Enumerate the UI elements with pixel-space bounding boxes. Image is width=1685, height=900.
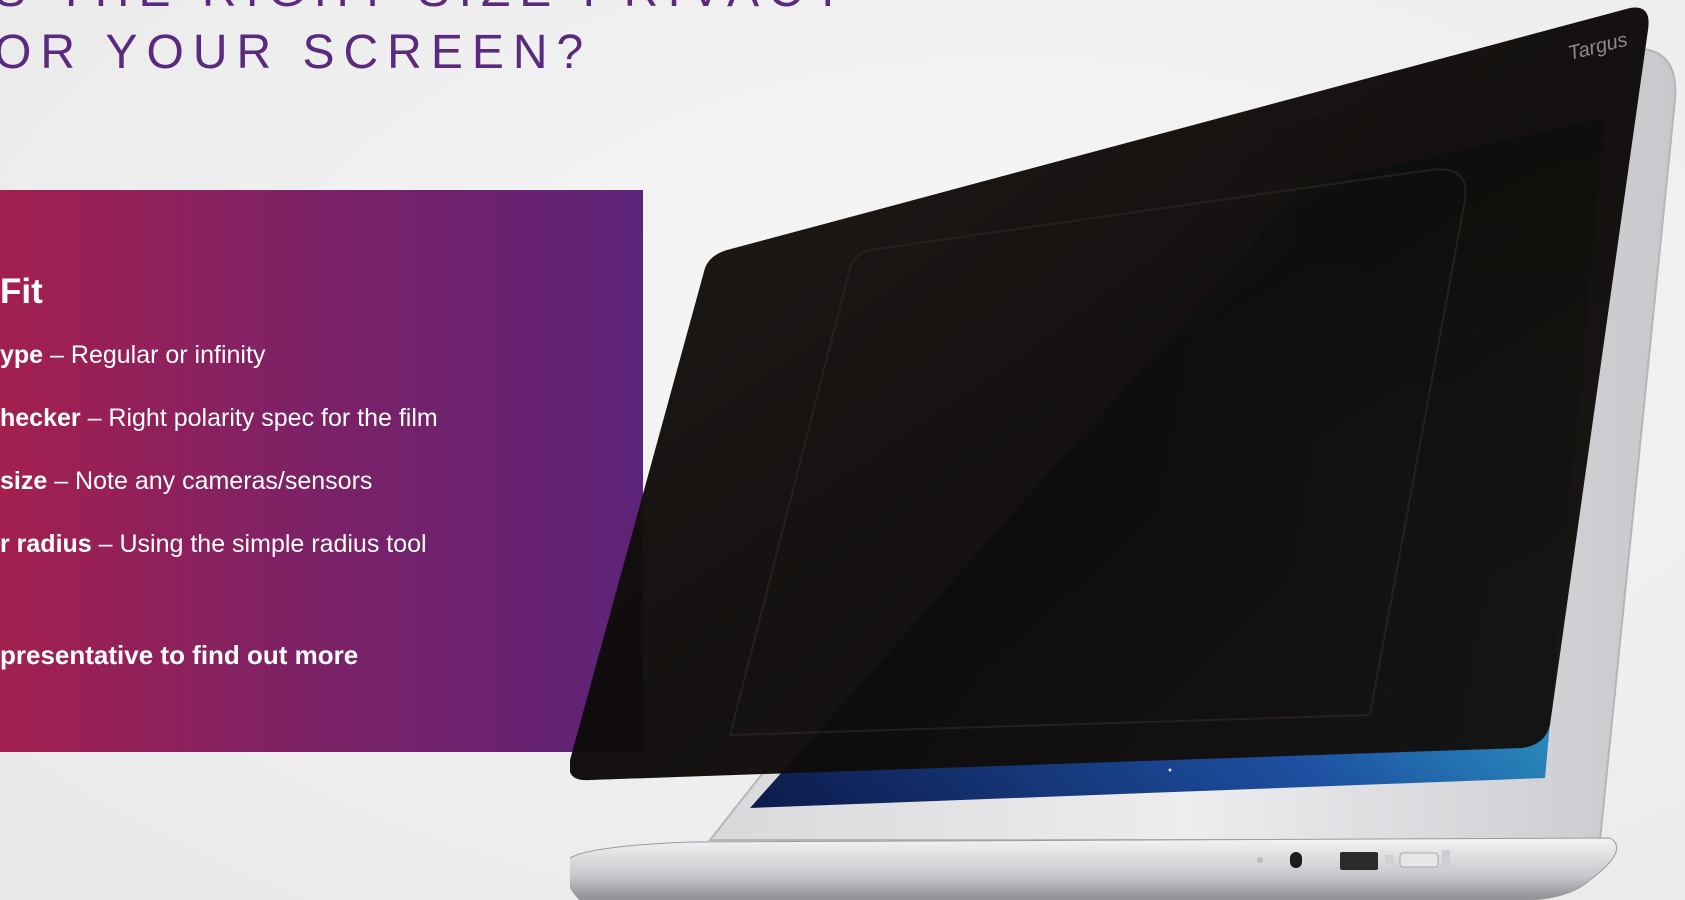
checklist-item-term: size bbox=[0, 467, 48, 495]
laptop-product-image: Targus bbox=[570, 0, 1685, 900]
fit-checklist: ype – Regular or infinity hecker – Right… bbox=[0, 340, 438, 592]
checklist-item-term: hecker bbox=[0, 404, 81, 432]
checklist-item-size: size – Note any cameras/sensors bbox=[0, 466, 438, 529]
promo-banner: S THE RIGHT SIZE PRIVACY OR YOUR SCREEN?… bbox=[0, 0, 1685, 900]
checklist-item-desc: – Note any cameras/sensors bbox=[47, 467, 373, 495]
panel-title: Fit bbox=[0, 272, 43, 311]
fit-checklist-panel: Fit ype – Regular or infinity hecker – R… bbox=[0, 190, 643, 752]
checklist-item-radius: r radius – Using the simple radius tool bbox=[0, 529, 438, 592]
checklist-item-type: ype – Regular or infinity bbox=[0, 340, 438, 403]
checklist-item-checker: hecker – Right polarity spec for the fil… bbox=[0, 403, 438, 466]
checklist-item-term: ype bbox=[0, 341, 44, 369]
privacy-filter-film bbox=[570, 7, 1649, 781]
laptop-base bbox=[570, 837, 1618, 900]
checklist-item-desc: – Regular or infinity bbox=[43, 341, 266, 369]
camera-cutout bbox=[955, 133, 1030, 168]
contact-representative-text: presentative to find out more bbox=[0, 640, 359, 670]
checklist-item-desc: – Using the simple radius tool bbox=[91, 530, 427, 558]
checklist-item-term: r radius bbox=[0, 530, 92, 558]
checklist-item-desc: – Right polarity spec for the film bbox=[80, 404, 438, 432]
